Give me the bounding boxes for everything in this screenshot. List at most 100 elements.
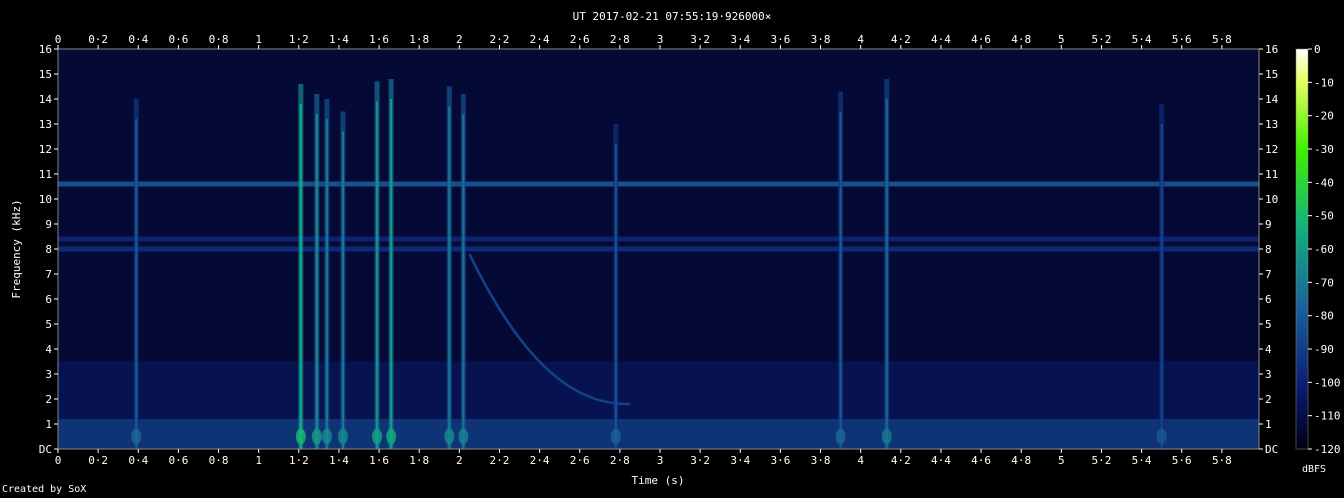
y-tick-label: 11 bbox=[1265, 168, 1278, 181]
burst-blob bbox=[372, 428, 383, 445]
y-tick-label: 6 bbox=[1265, 293, 1272, 306]
y-tick-label: 12 bbox=[1265, 143, 1278, 156]
y-tick-label: 16 bbox=[1265, 43, 1278, 56]
y-tick-label: 16 bbox=[39, 43, 52, 56]
y-tick-label: 10 bbox=[39, 193, 52, 206]
x-tick-label: 5·6 bbox=[1172, 454, 1192, 467]
x-tick-label: 2·4 bbox=[530, 454, 550, 467]
x-tick-label: 1·2 bbox=[289, 33, 309, 46]
y-tick-label: 13 bbox=[1265, 118, 1278, 131]
y-tick-label: 3 bbox=[1265, 368, 1272, 381]
x-tick-label: 1·8 bbox=[409, 454, 429, 467]
y-tick-label: 2 bbox=[1265, 393, 1272, 406]
x-tick-label: 1·2 bbox=[289, 454, 309, 467]
x-axis-bottom: 0 0·2 0·4 0·6 0·8 1 1·2 1·4 1·6 1·8 2 2·2 2·4 2·6 2·8 3… bbox=[55, 449, 1232, 467]
x-tick-label: 1·4 bbox=[329, 454, 349, 467]
x-tick-label: 0·4 bbox=[128, 454, 148, 467]
x-tick-label: 5·4 bbox=[1132, 454, 1152, 467]
x-tick-label: 4·8 bbox=[1011, 33, 1031, 46]
dc-band bbox=[58, 419, 1259, 449]
y-tick-label: 14 bbox=[1265, 93, 1279, 106]
y-axis-label: Frequency (kHz) bbox=[10, 199, 23, 298]
burst-core bbox=[1160, 124, 1163, 449]
colorbar-tick-label: -70 bbox=[1314, 276, 1334, 289]
x-tick-label: 2·2 bbox=[490, 33, 510, 46]
burst-blob bbox=[881, 428, 892, 445]
burst-core bbox=[448, 106, 451, 449]
x-tick-label: 1·6 bbox=[369, 454, 389, 467]
colorbar-tick-label: -80 bbox=[1314, 310, 1334, 323]
x-tick-label: 5 bbox=[1058, 33, 1065, 46]
y-axis-right: DC12345678910111213141516 bbox=[1259, 43, 1279, 456]
y-tick-label: 9 bbox=[1265, 218, 1272, 231]
burst-blob bbox=[321, 428, 332, 445]
x-tick-label: 2 bbox=[456, 454, 463, 467]
x-tick-label: 4·2 bbox=[891, 33, 911, 46]
y-tick-label: 1 bbox=[1265, 418, 1272, 431]
x-axis-top: 0 0·2 0·4 0·6 0·8 1 1·2 1·4 1·6 1·8 2 2·2 2·4 2·6 2·8 3… bbox=[55, 33, 1232, 49]
x-axis-label: Time (s) bbox=[632, 474, 685, 487]
colorbar-tick-label: -10 bbox=[1314, 76, 1334, 89]
y-tick-label: 3 bbox=[45, 368, 52, 381]
plot-area bbox=[58, 49, 1259, 449]
x-tick-label: 4 bbox=[857, 33, 864, 46]
x-tick-label: 0·2 bbox=[88, 33, 108, 46]
x-tick-label: 0·8 bbox=[209, 33, 229, 46]
burst-blob bbox=[835, 428, 846, 445]
colorbar-tick-label: -30 bbox=[1314, 143, 1334, 156]
y-tick-label: 9 bbox=[45, 218, 52, 231]
x-tick-label: 0 bbox=[55, 33, 62, 46]
x-tick-label: 3·2 bbox=[690, 454, 710, 467]
x-tick-label: 5·8 bbox=[1212, 33, 1232, 46]
x-tick-label: 0·6 bbox=[168, 33, 188, 46]
burst-core bbox=[341, 131, 344, 449]
y-tick-label: 14 bbox=[39, 93, 53, 106]
burst-core bbox=[376, 101, 379, 449]
footer-credit: Created by SoX bbox=[2, 484, 87, 495]
y-tick-label: 5 bbox=[1265, 318, 1272, 331]
burst-core bbox=[390, 99, 393, 449]
colorbar-tick-label: -20 bbox=[1314, 110, 1334, 123]
x-tick-label: 1 bbox=[255, 454, 262, 467]
colorbar-tick-label: -120 bbox=[1314, 443, 1341, 456]
x-tick-label: 2·2 bbox=[490, 454, 510, 467]
burst-blob bbox=[295, 428, 306, 445]
x-tick-label: 2·8 bbox=[610, 33, 630, 46]
burst-blob bbox=[386, 428, 397, 445]
burst-blob bbox=[337, 428, 348, 445]
x-tick-label: 1·4 bbox=[329, 33, 349, 46]
tone-line bbox=[58, 236, 1259, 242]
y-tick-label: 7 bbox=[45, 268, 52, 281]
y-tick-label: 6 bbox=[45, 293, 52, 306]
y-tick-label: 8 bbox=[45, 243, 52, 256]
x-tick-label: 4·8 bbox=[1011, 454, 1031, 467]
burst-blob bbox=[458, 428, 469, 445]
x-tick-label: 1 bbox=[255, 33, 262, 46]
y-tick-label: 2 bbox=[45, 393, 52, 406]
y-tick-label: 11 bbox=[39, 168, 52, 181]
burst-core bbox=[325, 119, 328, 449]
y-tick-label: 5 bbox=[45, 318, 52, 331]
colorbar-ticks: 0 -10 -20 -30 -40 -50 -60 -70 -80 -90 -100 -110 -120 bbox=[1308, 43, 1341, 456]
x-tick-label: 5·4 bbox=[1132, 33, 1152, 46]
x-tick-label: 2 bbox=[456, 33, 463, 46]
burst-core bbox=[299, 104, 302, 449]
x-tick-label: 3·8 bbox=[811, 33, 831, 46]
burst-core bbox=[839, 111, 842, 449]
burst-core bbox=[315, 114, 318, 449]
burst-blob bbox=[311, 428, 322, 445]
x-tick-label: 4·6 bbox=[971, 454, 991, 467]
y-tick-label: 7 bbox=[1265, 268, 1272, 281]
x-tick-label: 5 bbox=[1058, 454, 1065, 467]
x-tick-label: 2·6 bbox=[570, 33, 590, 46]
tone-line bbox=[58, 246, 1259, 252]
x-tick-label: 0·8 bbox=[209, 454, 229, 467]
x-tick-label: 0 bbox=[55, 454, 62, 467]
y-tick-label: 15 bbox=[39, 68, 52, 81]
spectrogram-chart: UT 2017-02-21 07:55:19·926000× 0 0·2 0·4 0·… bbox=[10, 10, 1341, 487]
colorbar-tick-label: -100 bbox=[1314, 376, 1341, 389]
x-tick-label: 4·4 bbox=[931, 454, 951, 467]
x-tick-label: 0·2 bbox=[88, 454, 108, 467]
burst-blob bbox=[610, 428, 621, 445]
y-tick-label: 15 bbox=[1265, 68, 1278, 81]
